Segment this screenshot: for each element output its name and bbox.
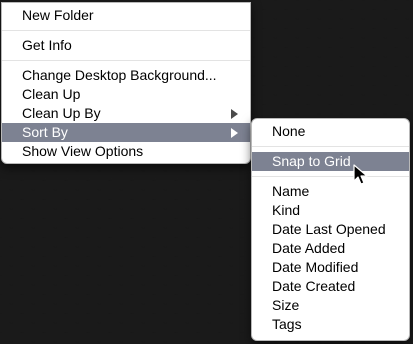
menu-separator [252,146,409,147]
desktop-context-menu: New Folder Get Info Change Desktop Backg… [1,2,251,164]
menu-item-clean-up-by-label: Clean Up By [22,105,101,121]
mouse-pointer-icon [353,164,368,185]
chevron-right-icon [231,109,238,119]
submenu-item-date-added[interactable]: Date Added [252,239,409,258]
menu-item-clean-up[interactable]: Clean Up [2,85,250,104]
submenu-item-date-last-opened[interactable]: Date Last Opened [252,220,409,239]
menu-item-clean-up-by[interactable]: Clean Up By [2,104,250,123]
submenu-item-tags[interactable]: Tags [252,315,409,334]
menu-item-sort-by[interactable]: Sort By [2,123,250,142]
chevron-right-icon [231,128,238,138]
menu-separator [2,30,250,31]
submenu-item-size[interactable]: Size [252,296,409,315]
submenu-item-name[interactable]: Name [252,182,409,201]
menu-separator [252,176,409,177]
submenu-item-date-created[interactable]: Date Created [252,277,409,296]
menu-separator [2,60,250,61]
submenu-item-date-modified[interactable]: Date Modified [252,258,409,277]
submenu-item-snap-to-grid[interactable]: Snap to Grid [252,152,409,171]
submenu-item-none[interactable]: None [252,122,409,141]
sort-by-submenu: None Snap to Grid Name Kind Date Last Op… [251,118,410,341]
submenu-item-kind[interactable]: Kind [252,201,409,220]
menu-item-sort-by-label: Sort By [22,124,68,140]
menu-item-get-info[interactable]: Get Info [2,36,250,55]
menu-item-change-desktop-background[interactable]: Change Desktop Background... [2,66,250,85]
menu-item-new-folder[interactable]: New Folder [2,6,250,25]
menu-item-show-view-options[interactable]: Show View Options [2,142,250,161]
